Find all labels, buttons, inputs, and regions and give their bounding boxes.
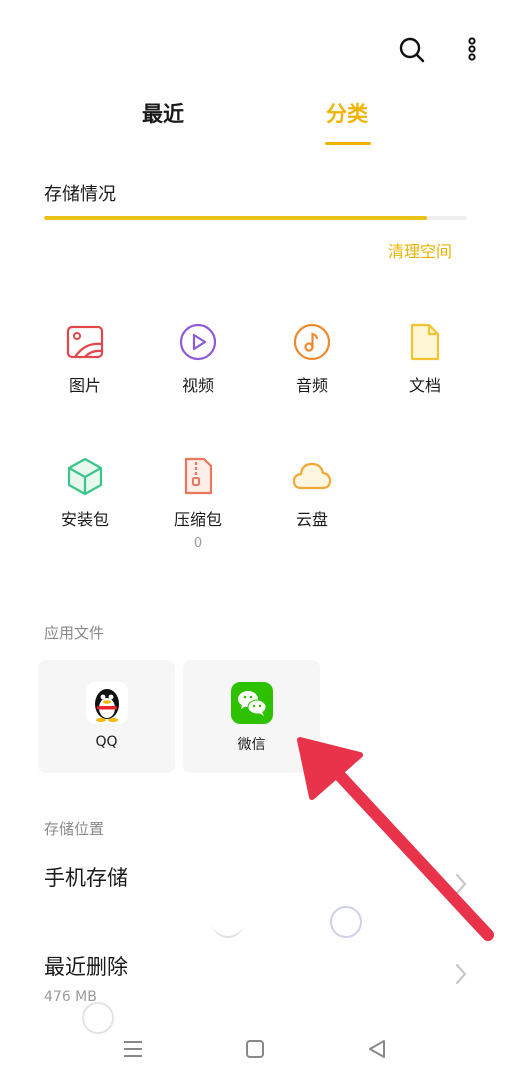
storage-title: 存储情况 (44, 184, 116, 205)
search-icon (399, 37, 425, 63)
category-label: 文档 (408, 376, 441, 395)
recently-deleted-row[interactable]: 最近删除 (44, 951, 128, 981)
back-icon[interactable] (366, 1038, 388, 1060)
touch-indicator (82, 1002, 114, 1034)
storage-location-title: 存储位置 (44, 820, 105, 838)
category-label: 图片 (68, 376, 101, 395)
category-label: 视频 (181, 376, 214, 395)
category-packages[interactable]: 安装包 (30, 456, 140, 530)
app-card-qq[interactable]: QQ (38, 660, 175, 773)
qq-penguin-icon (85, 682, 128, 724)
tab-category[interactable]: 分类 (302, 98, 392, 128)
category-videos[interactable]: 视频 (143, 322, 253, 396)
wechat-icon (230, 682, 273, 724)
app-label: QQ (95, 734, 118, 750)
storage-progress-fill (44, 216, 428, 220)
category-cloud[interactable]: 云盘 (257, 456, 367, 530)
category-archives[interactable]: 压缩包 0 (143, 456, 253, 551)
archive-icon (184, 457, 213, 495)
app-files-title: 应用文件 (44, 624, 105, 642)
storage-progress-bar (44, 216, 467, 220)
recently-deleted-size: 476 MB (44, 989, 97, 1005)
package-icon (67, 457, 103, 496)
more-options-button[interactable] (458, 34, 486, 66)
category-label: 音频 (295, 376, 328, 395)
search-button[interactable] (396, 34, 428, 66)
category-label: 压缩包 (173, 510, 222, 529)
annotation-arrow (297, 737, 494, 941)
category-label: 安装包 (60, 510, 109, 529)
touch-indicator (212, 906, 244, 938)
document-icon (410, 323, 440, 361)
category-audio[interactable]: 音频 (257, 322, 367, 396)
menu-icon[interactable] (121, 1038, 145, 1060)
audio-icon (293, 323, 331, 361)
category-label: 云盘 (295, 510, 328, 529)
more-vertical-icon (468, 37, 476, 61)
category-images[interactable]: 图片 (30, 322, 140, 396)
tab-recent[interactable]: 最近 (118, 98, 208, 128)
video-icon (179, 323, 217, 361)
image-icon (66, 325, 104, 359)
clean-space-link[interactable]: 清理空间 (388, 238, 452, 262)
active-tab-indicator (325, 142, 371, 145)
home-icon[interactable] (244, 1038, 266, 1060)
cloud-icon (292, 462, 332, 490)
phone-storage-row[interactable]: 手机存储 (44, 862, 128, 892)
archive-count: 0 (193, 536, 203, 551)
category-documents[interactable]: 文档 (370, 322, 480, 396)
chevron-right-icon (454, 962, 468, 993)
